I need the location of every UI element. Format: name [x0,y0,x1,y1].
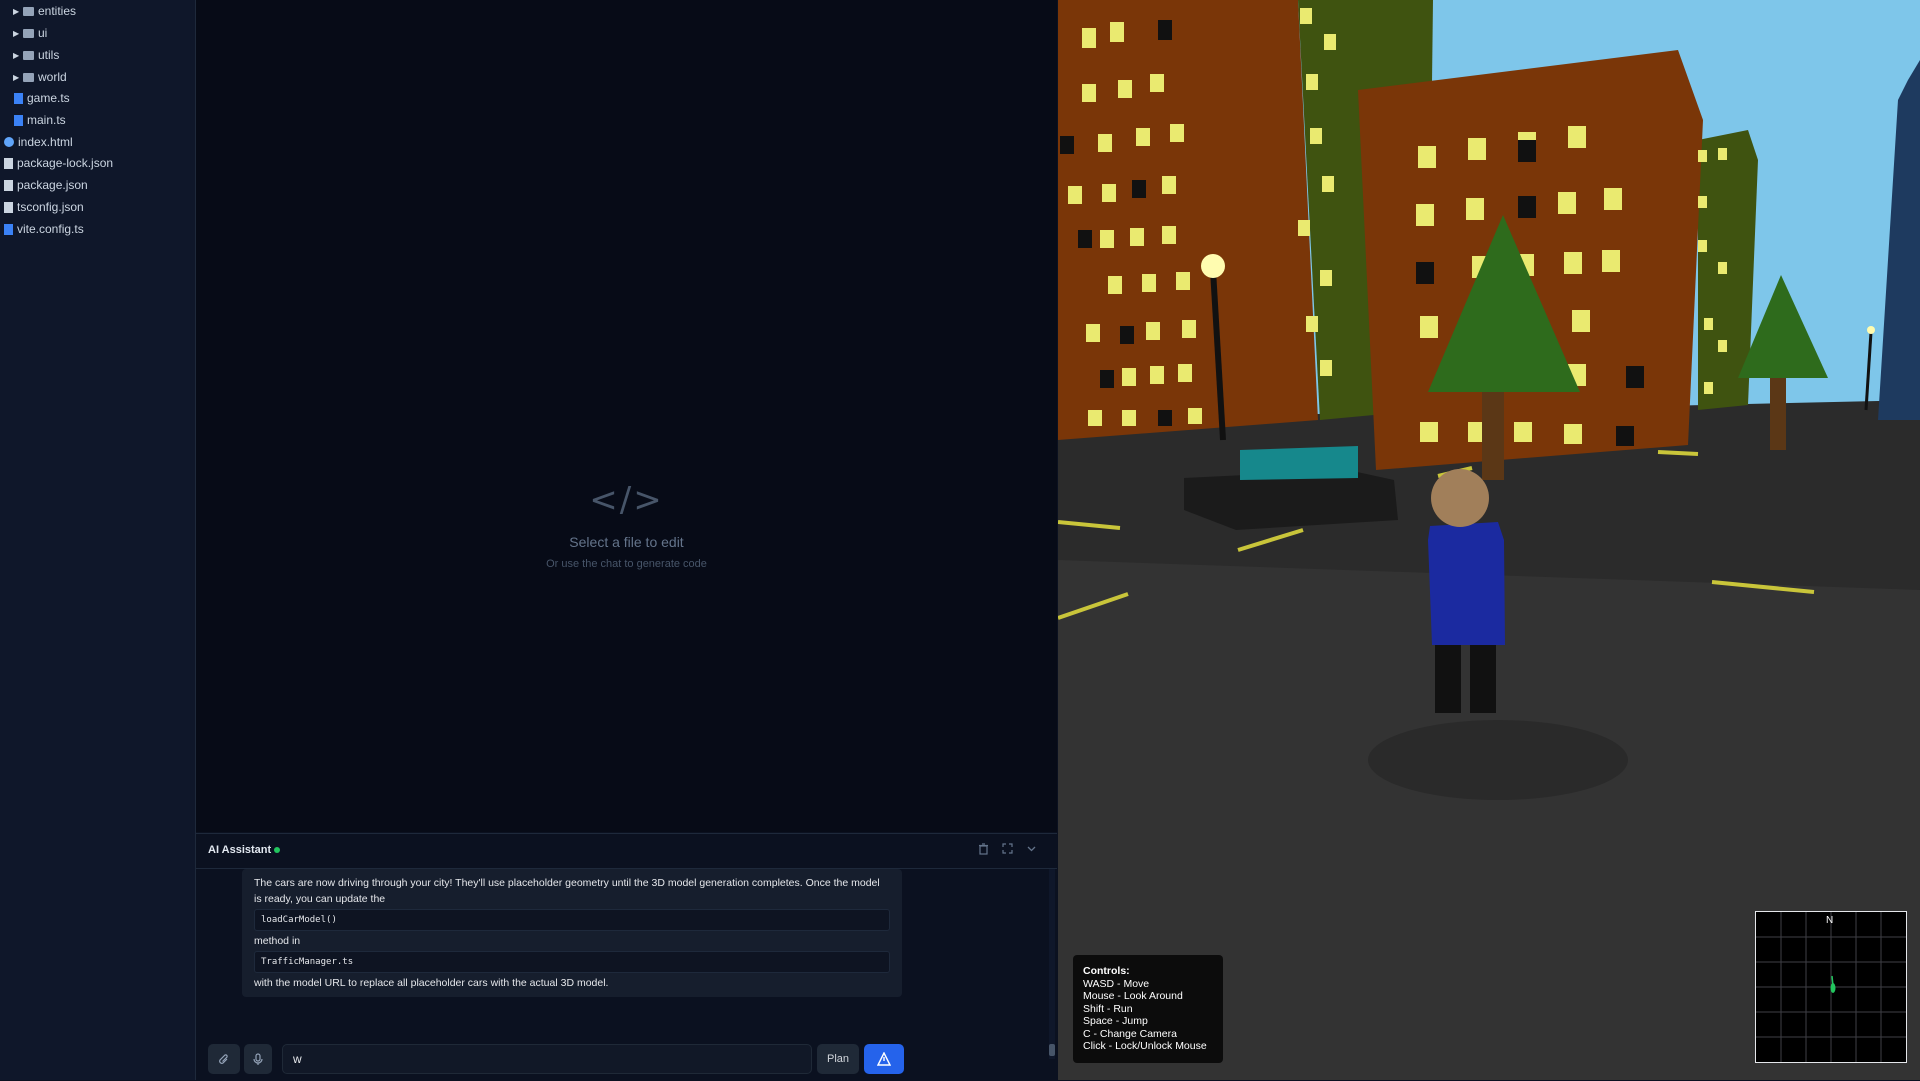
tree-file-tsconfig-json[interactable]: tsconfig.json [4,197,84,217]
chat-input[interactable] [282,1044,812,1074]
microphone-icon [253,1052,263,1065]
folder-icon [23,72,34,82]
chat-scrollbar[interactable] [1049,869,1055,1059]
tree-item-label: main.ts [27,113,66,127]
chat-messages: The cars are now driving through your ci… [196,869,1047,1024]
empty-state-title: Select a file to edit [569,534,684,550]
attach-button[interactable] [208,1044,240,1074]
lamp-light [1201,254,1225,278]
tree-trunk [1482,380,1504,480]
paperclip-icon [219,1053,228,1064]
character-head [1431,469,1489,527]
assistant-message: The cars are now driving through your ci… [242,869,902,997]
tree-item-label: world [38,70,67,84]
assistant-header: AI Assistant [196,834,1057,869]
character-body [1428,522,1505,645]
file-explorer: ▶ entities ▶ ui ▶ utils ▶ world game.ts … [0,0,196,1080]
tree-item-label: ui [38,26,48,40]
inline-code: loadCarModel() [254,909,890,931]
tree-file-main-ts[interactable]: main.ts [14,110,66,130]
ai-assistant-panel: AI Assistant The cars are now driving th… [196,833,1057,1081]
code-icon: </> [589,480,664,520]
tree-file-package-json[interactable]: package.json [4,175,88,195]
tree-file-index-html[interactable]: index.html [4,132,73,152]
tree-item-label: package-lock.json [17,156,114,170]
tree-folder-utils[interactable]: ▶ utils [13,45,59,65]
tree-item-label: tsconfig.json [17,200,84,214]
tree-file-game-ts[interactable]: game.ts [14,88,70,108]
json-file-icon [4,157,13,169]
chevron-right-icon: ▶ [13,28,20,38]
trash-icon[interactable] [978,843,989,858]
message-text: with the model URL to replace all placeh… [254,977,609,989]
minimap: N [1755,911,1907,1063]
game-viewport[interactable]: Controls: WASD - Move Mouse - Look Aroun… [1058,0,1920,1080]
message-text: The cars are now driving through your ci… [254,877,880,905]
chevron-down-icon[interactable] [1026,843,1037,857]
controls-line: Click - Lock/Unlock Mouse [1083,1040,1207,1052]
controls-line: C - Change Camera [1083,1027,1177,1040]
chevron-right-icon: ▶ [13,50,20,60]
tree-item-label: vite.config.ts [17,222,84,236]
tree-item-label: game.ts [27,91,70,105]
player-marker [1830,983,1836,993]
north-label: N [1826,915,1834,926]
tree-file-vite-config-ts[interactable]: vite.config.ts [4,219,84,239]
folder-icon [23,28,34,38]
expand-icon[interactable] [1002,843,1013,857]
typescript-file-icon [14,92,23,104]
controls-line: Space - Jump [1083,1015,1148,1027]
send-button[interactable] [864,1044,904,1074]
code-editor: </> Select a file to edit Or use the cha… [196,0,1057,832]
assistant-title: AI Assistant [208,844,272,856]
character-leg [1435,643,1461,713]
chat-input-row: Plan [196,1034,1057,1080]
typescript-file-icon [14,114,23,126]
tree-item-label: package.json [17,178,88,192]
tree-folder-ui[interactable]: ▶ ui [13,23,47,43]
minimap-grid [1756,912,1906,1062]
chevron-right-icon: ▶ [13,6,20,16]
folder-icon [23,6,34,16]
empty-state-subtitle: Or use the chat to generate code [546,558,707,570]
tree-file-package-lock-json[interactable]: package-lock.json [4,153,113,173]
lamp-light [1867,326,1875,334]
html-file-icon [4,137,14,147]
controls-help-panel: Controls: WASD - Move Mouse - Look Aroun… [1073,955,1223,1063]
tree-item-label: utils [38,48,60,62]
typescript-file-icon [4,223,13,235]
tree-item-label: index.html [18,135,73,149]
status-indicator [274,847,280,853]
character-leg [1470,643,1496,713]
inline-code: TrafficManager.ts [254,951,890,973]
controls-line: Shift - Run [1083,1002,1133,1015]
json-file-icon [4,179,13,191]
editor-empty-state: </> Select a file to edit Or use the cha… [196,480,1057,570]
json-file-icon [4,201,13,213]
car-top [1240,446,1358,480]
tree-item-label: entities [38,4,77,18]
send-icon [877,1052,891,1066]
controls-line: WASD - Move [1083,977,1150,990]
plan-button[interactable]: Plan [817,1044,859,1074]
tree-trunk [1770,370,1786,450]
message-text: method in [254,935,301,947]
controls-line: Mouse - Look Around [1083,990,1183,1002]
microphone-button[interactable] [244,1044,272,1074]
shadow [1368,720,1628,800]
chevron-right-icon: ▶ [13,72,20,82]
controls-title: Controls: [1083,965,1130,977]
tree-folder-entities[interactable]: ▶ entities [13,1,76,21]
tree-folder-world[interactable]: ▶ world [13,67,67,87]
folder-icon [23,50,34,60]
